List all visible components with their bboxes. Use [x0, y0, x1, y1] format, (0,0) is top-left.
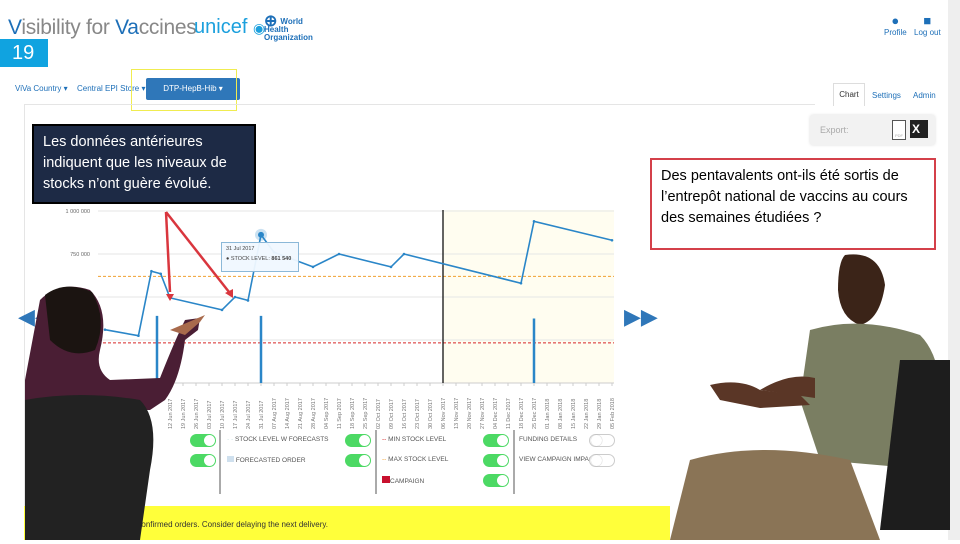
woman-presenter — [25, 286, 205, 540]
callout-right: Des pentavalents ont-ils été sortis de l… — [650, 158, 936, 250]
presenter-photos — [25, 254, 950, 540]
man-presenter — [670, 254, 950, 540]
callout-left: Les données antérieures indiquent que le… — [32, 124, 256, 204]
